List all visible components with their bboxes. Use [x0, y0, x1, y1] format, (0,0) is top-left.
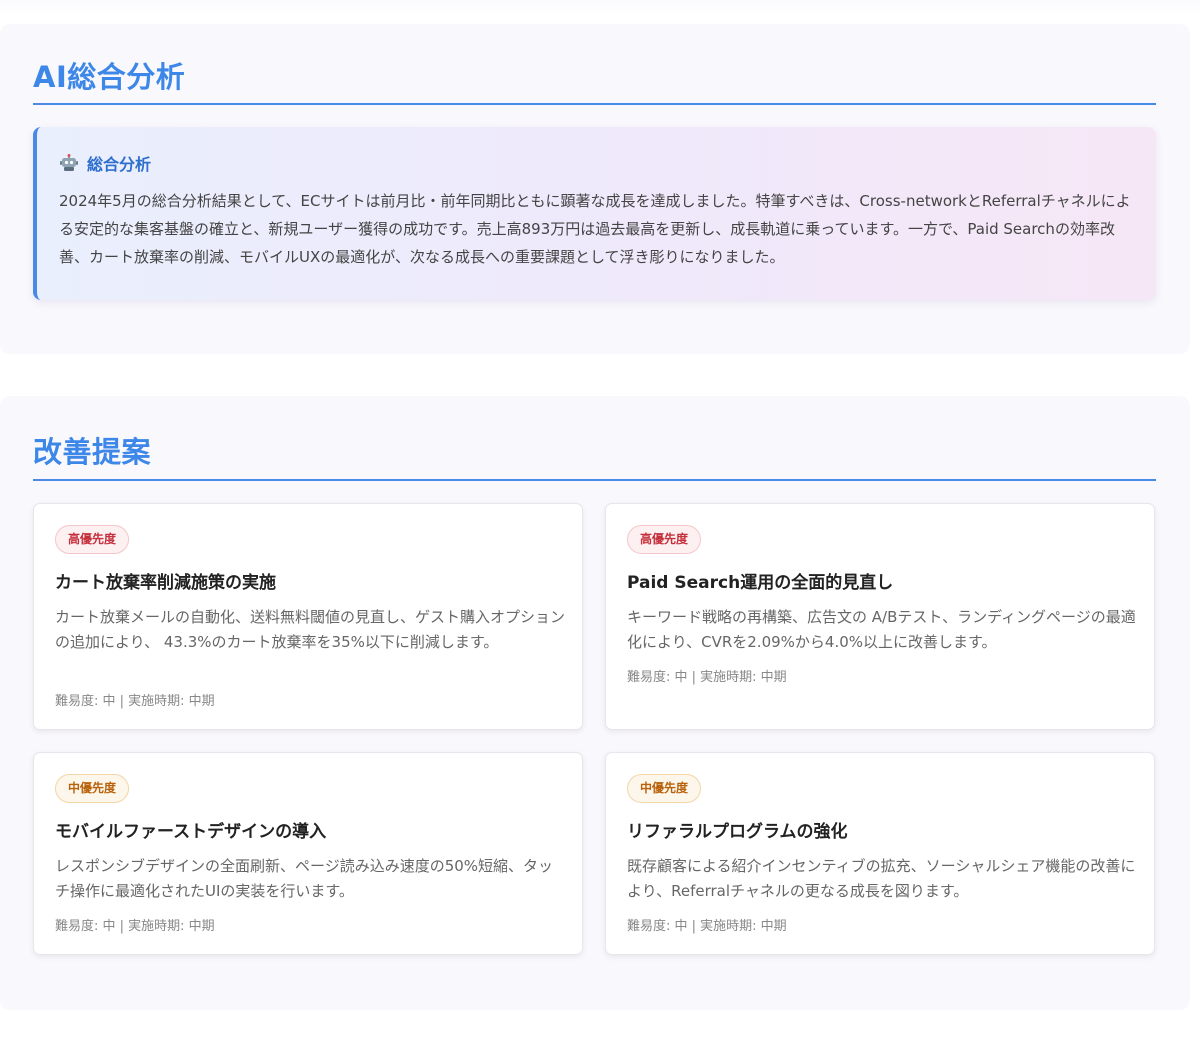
- card-title: モバイルファーストデザインの導入: [55, 822, 327, 842]
- top-strip: [0, 0, 1200, 16]
- robot-icon: [59, 154, 79, 172]
- suggestion-card: 中優先度 リファラルプログラムの強化 既存顧客による紹介インセンティブの拡充、ソ…: [605, 752, 1155, 955]
- card-meta: 難易度: 中 | 実施時期: 中期: [55, 919, 215, 934]
- priority-badge: 中優先度: [627, 774, 702, 803]
- suggestion-card: 高優先度 Paid Search運用の全面的見直し キーワード戦略の再構築、広告…: [605, 503, 1155, 730]
- suggestion-card: 中優先度 モバイルファーストデザインの導入 レスポンシブデザインの全面刷新、ペー…: [33, 752, 583, 955]
- priority-badge: 高優先度: [627, 525, 702, 554]
- card-meta: 難易度: 中 | 実施時期: 中期: [627, 670, 787, 685]
- priority-badge: 高優先度: [55, 525, 130, 554]
- card-title: Paid Search運用の全面的見直し: [627, 573, 894, 593]
- summary-text: 2024年5月の総合分析結果として、ECサイトは前月比・前年同期比ともに顕著な成…: [59, 192, 1131, 266]
- card-description: キーワード戦略の再構築、広告文の A/Bテスト、ランディングページの最適化により…: [627, 608, 1136, 651]
- card-title: カート放棄率削減施策の実施: [55, 573, 276, 593]
- card-title: リファラルプログラムの強化: [627, 822, 848, 842]
- summary-header: 総合分析: [59, 151, 151, 175]
- section-divider: [33, 479, 1156, 481]
- card-description: レスポンシブデザインの全面刷新、ページ読み込み速度の50%短縮、タッチ操作に最適…: [55, 857, 554, 900]
- suggestion-card: 高優先度 カート放棄率削減施策の実施 カート放棄メールの自動化、送料無料閾値の見…: [33, 503, 583, 730]
- card-description: カート放棄メールの自動化、送料無料閾値の見直し、ゲスト購入オプションの追加により…: [55, 608, 566, 651]
- section-title: 改善提案: [33, 435, 152, 469]
- section-divider: [33, 103, 1156, 105]
- summary-label: 総合分析: [87, 155, 152, 174]
- priority-badge: 中優先度: [55, 774, 130, 803]
- card-description: 既存顧客による紹介インセンティブの拡充、ソーシャルシェア機能の改善により、Ref…: [627, 857, 1136, 900]
- section-title: AI総合分析: [33, 60, 186, 94]
- ai-analysis-section: AI総合分析 総合分析 2024年5月の総合分析結果として、ECサイトは前月比・…: [0, 24, 1190, 354]
- card-meta: 難易度: 中 | 実施時期: 中期: [627, 919, 787, 934]
- summary-box: 総合分析 2024年5月の総合分析結果として、ECサイトは前月比・前年同期比とも…: [33, 127, 1156, 300]
- card-meta: 難易度: 中 | 実施時期: 中期: [55, 694, 215, 709]
- improvement-section: 改善提案 高優先度 カート放棄率削減施策の実施 カート放棄メールの自動化、送料無…: [0, 396, 1190, 1010]
